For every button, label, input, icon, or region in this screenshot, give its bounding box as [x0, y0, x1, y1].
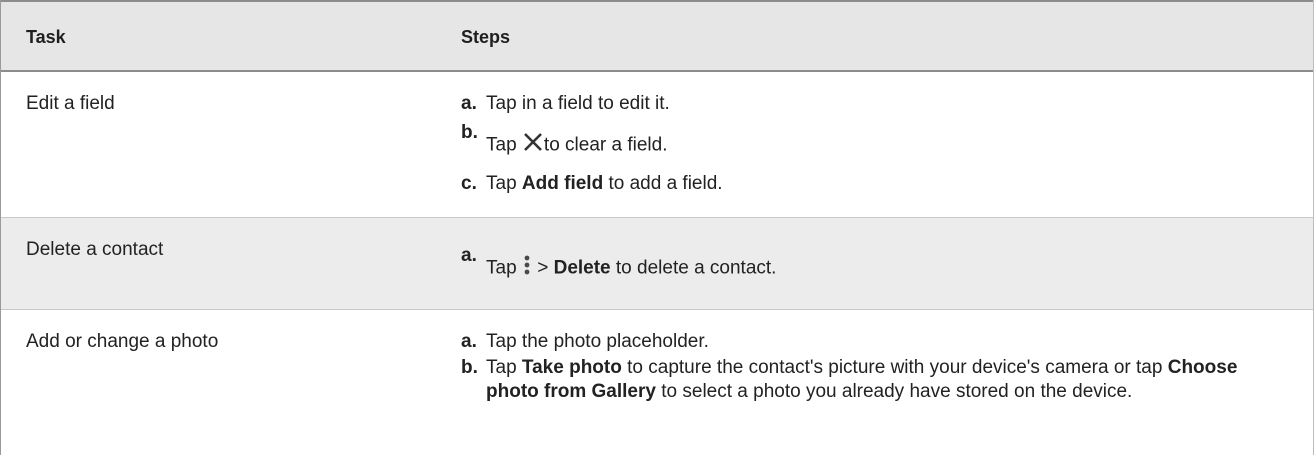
table-header: Task Steps: [1, 0, 1313, 72]
step-text: Tap in a field to edit it.: [486, 93, 670, 114]
step-text: Tap > Delete to delete a contact.: [486, 254, 1291, 283]
step-text: Tap Take photo to capture the contact's …: [486, 357, 1238, 402]
step-text: Tap to clear a field.: [486, 131, 1291, 160]
table-row: Delete a contact a. Tap > Delete to dele…: [1, 218, 1313, 310]
close-icon: [522, 131, 544, 160]
step-label: a.: [461, 331, 477, 352]
step-label: b.: [461, 357, 478, 378]
step-text: Tap the photo placeholder.: [486, 331, 709, 352]
step-label: b.: [461, 122, 478, 143]
table-row: Edit a field a. Tap in a field to edit i…: [1, 72, 1313, 218]
header-task: Task: [26, 27, 66, 47]
more-vertical-icon: [522, 254, 532, 283]
step-label: a.: [461, 245, 477, 266]
task-steps-table: Task Steps Edit a field a. Tap in a fiel…: [0, 0, 1314, 455]
task-cell: Add or change a photo: [26, 331, 219, 352]
header-steps: Steps: [461, 27, 511, 47]
task-cell: Delete a contact: [26, 239, 164, 260]
step-text: Tap Add field to add a field.: [486, 173, 723, 194]
step-label: c.: [461, 173, 477, 194]
table-row: Add or change a photo a. Tap the photo p…: [1, 310, 1313, 455]
step-label: a.: [461, 93, 477, 114]
task-cell: Edit a field: [26, 93, 115, 114]
